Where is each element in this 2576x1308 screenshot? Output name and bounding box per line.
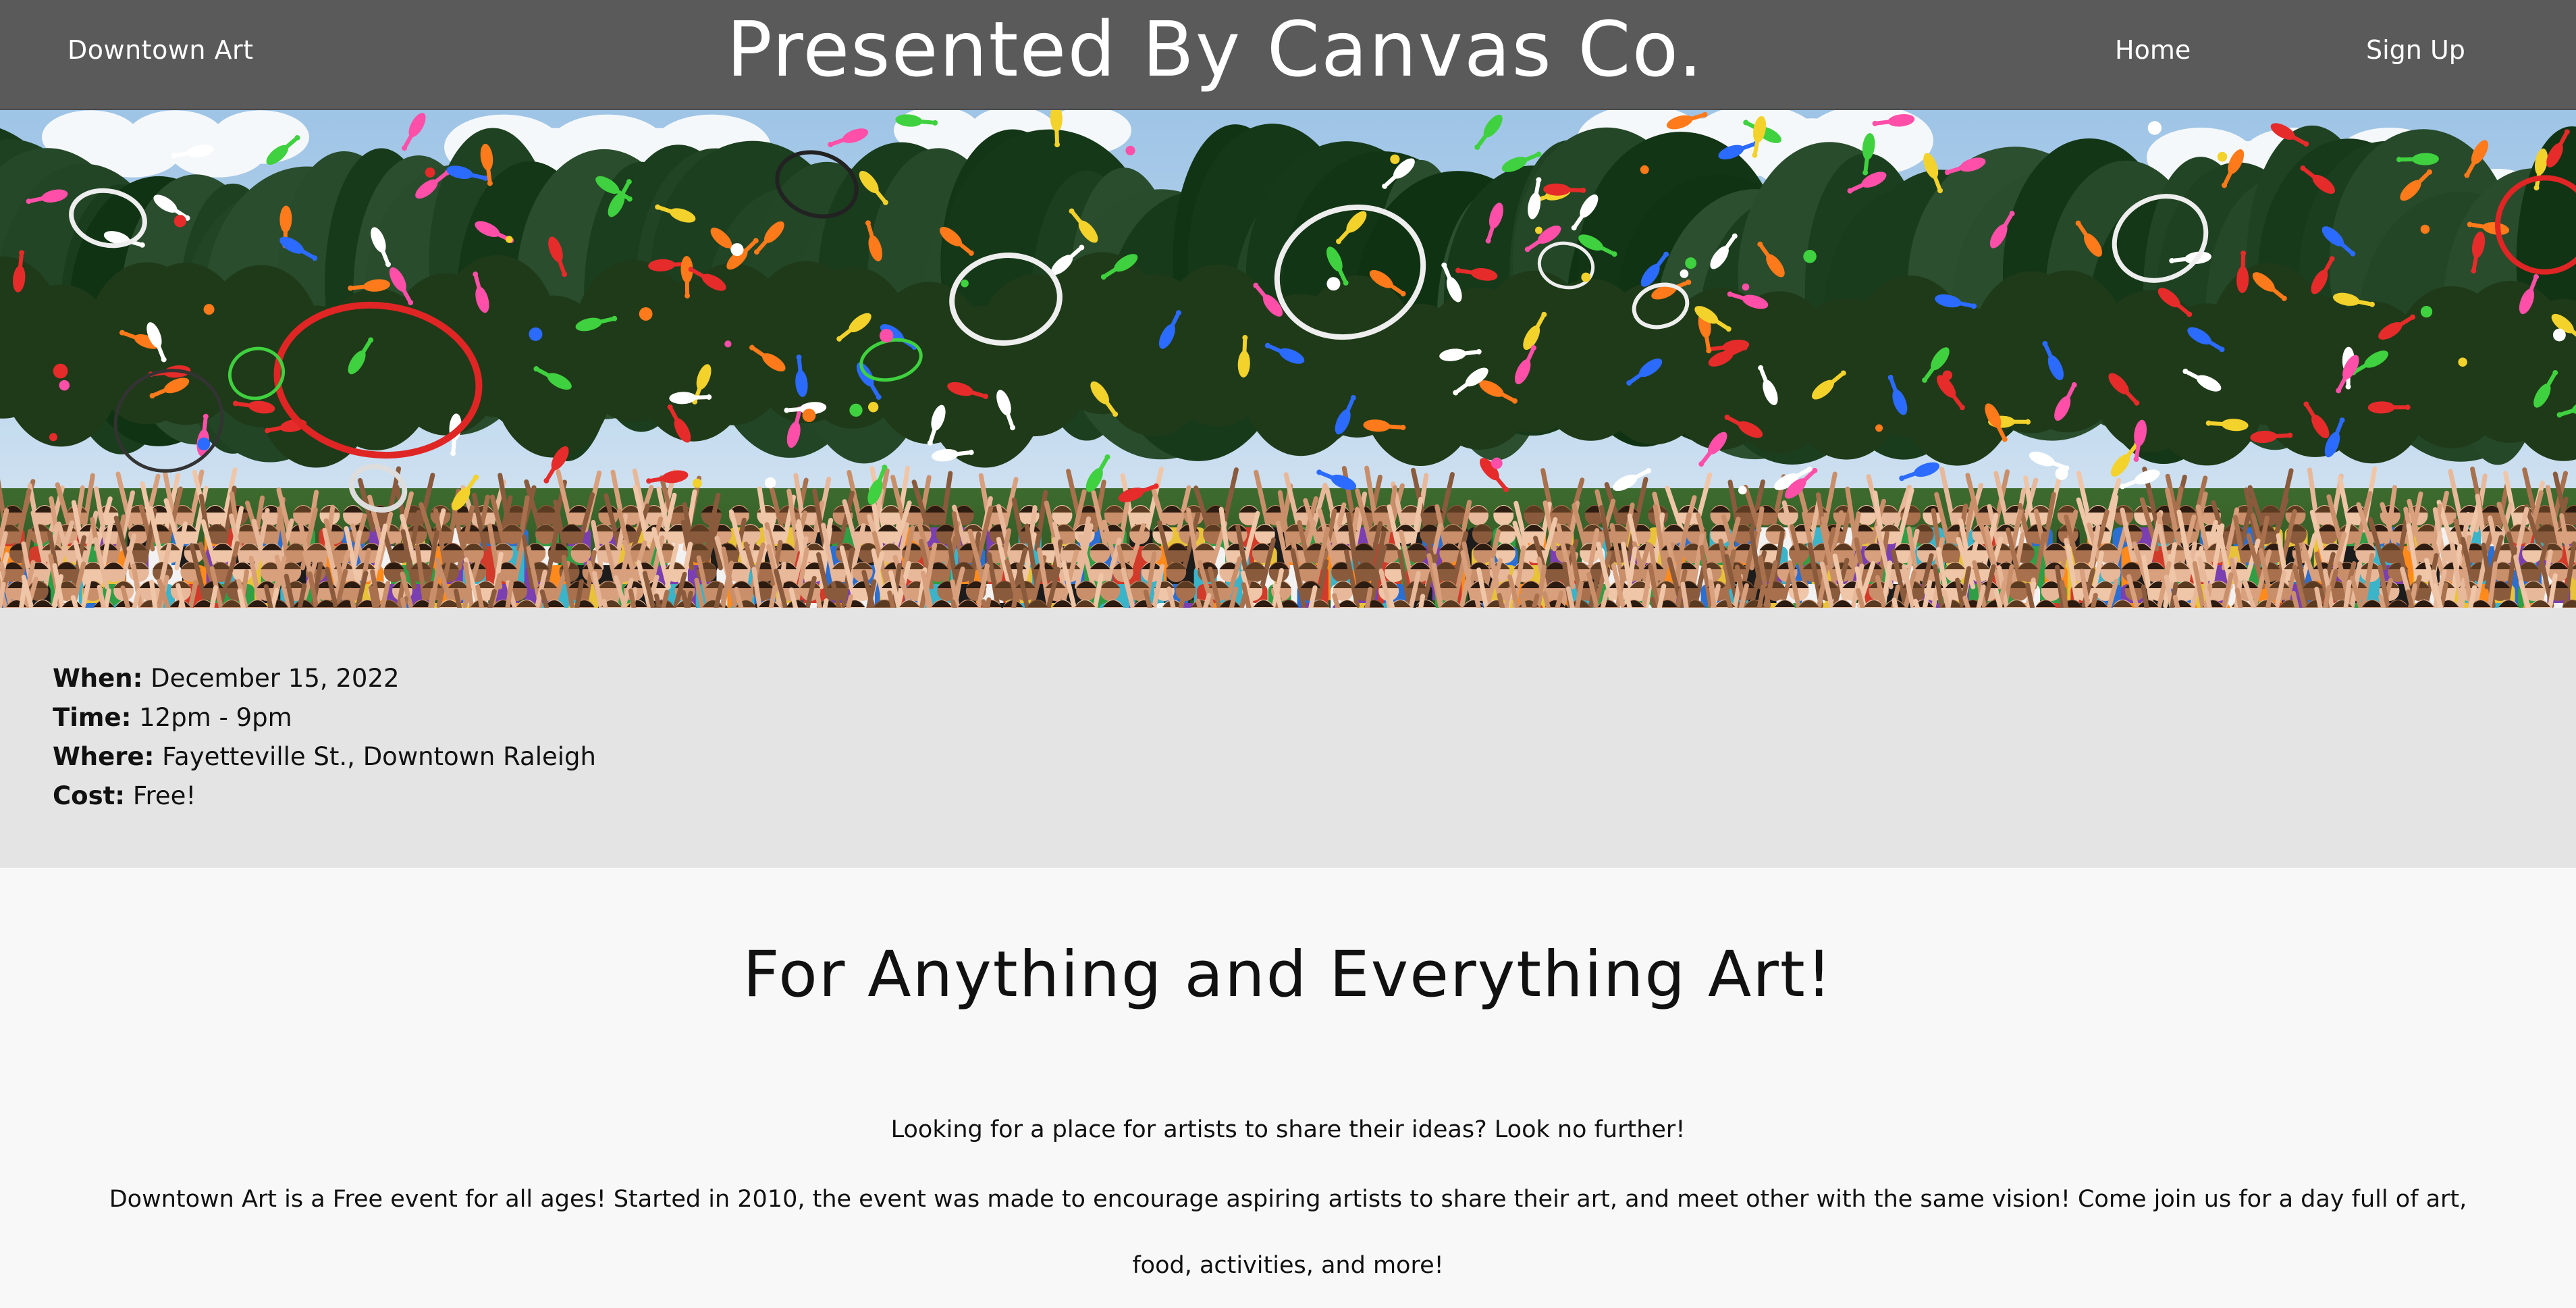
hero-image: [0, 110, 2576, 608]
event-when-label: When:: [53, 664, 143, 693]
intro-paragraph: Looking for a place for artists to share…: [890, 1116, 1686, 1143]
event-details: When: December 15, 2022 Time: 12pm - 9pm…: [53, 659, 596, 816]
event-time-label: Time:: [53, 703, 132, 732]
description-paragraph: Downtown Art is a Free event for all age…: [109, 1186, 2467, 1279]
event-cost-value: Free!: [132, 781, 196, 810]
nav-home-link[interactable]: Home: [2115, 35, 2191, 65]
event-where-label: Where:: [53, 742, 155, 771]
event-when-value: December 15, 2022: [151, 664, 400, 693]
main-heading: For Anything and Everything Art!: [743, 938, 1833, 1012]
event-cost-row: Cost: Free!: [53, 777, 596, 816]
event-time-row: Time: 12pm - 9pm: [53, 698, 596, 737]
event-where-row: Where: Fayetteville St., Downtown Raleig…: [53, 737, 596, 777]
event-info-panel: When: December 15, 2022 Time: 12pm - 9pm…: [0, 608, 2576, 868]
juggling-crowd-photo: [0, 110, 2576, 608]
site-header: Downtown Art Presented By Canvas Co. Hom…: [0, 0, 2576, 110]
main-content: For Anything and Everything Art! Looking…: [0, 868, 2576, 1308]
event-time-value: 12pm - 9pm: [139, 703, 292, 732]
nav-signup-link[interactable]: Sign Up: [2366, 35, 2465, 65]
event-cost-label: Cost:: [53, 781, 126, 810]
site-title: Presented By Canvas Co.: [0, 3, 2430, 97]
event-where-value: Fayetteville St., Downtown Raleigh: [162, 742, 596, 771]
event-when-row: When: December 15, 2022: [53, 659, 596, 698]
site-title-text: Presented By Canvas Co.: [726, 6, 1704, 94]
